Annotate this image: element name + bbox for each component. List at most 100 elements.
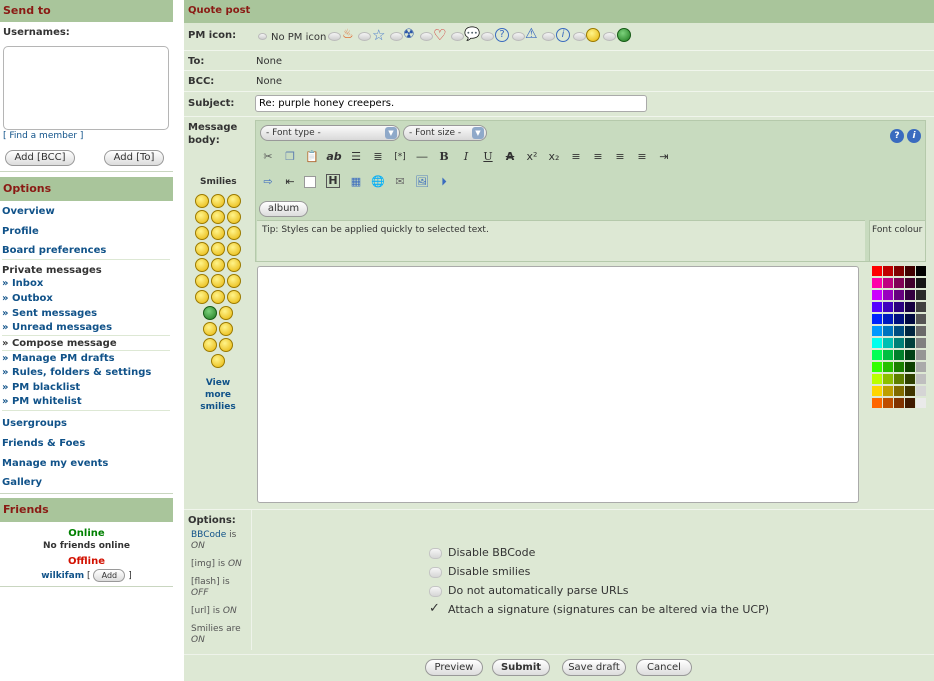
pm-item-unread[interactable]: » Unread messages [2,322,112,333]
colour-swatch[interactable] [916,326,926,336]
superscript-icon[interactable]: x² [524,149,540,165]
colour-swatch[interactable] [883,338,893,348]
add-to-button[interactable]: Add [To] [104,150,164,166]
pm-item-blacklist[interactable]: » PM blacklist [2,382,80,393]
colour-swatch[interactable] [883,278,893,288]
colour-swatch[interactable] [905,278,915,288]
smiley-cool-icon[interactable] [195,226,209,240]
smiley-silly-icon[interactable] [219,322,233,336]
colour-swatch[interactable] [905,302,915,312]
radioactive-icon[interactable]: ☢ [403,27,415,42]
colour-swatch[interactable] [894,326,904,336]
colour-swatch[interactable] [905,362,915,372]
colour-swatch[interactable] [894,386,904,396]
colour-swatch[interactable] [894,266,904,276]
smiley-rolleyes-icon[interactable] [227,258,241,272]
pm-item-compose[interactable]: » Compose message [2,338,117,349]
colour-swatch[interactable] [872,338,882,348]
save-draft-button[interactable]: Save draft [562,659,626,676]
speech-bubble-icon[interactable]: 💬 [464,27,480,42]
add-bcc-button[interactable]: Add [BCC] [5,150,75,166]
colour-swatch[interactable] [872,302,882,312]
pm-item-drafts[interactable]: » Manage PM drafts [2,353,115,364]
paste-icon[interactable]: 📋 [304,149,320,165]
strike-icon[interactable]: A [502,149,518,165]
smiley-yawn-icon[interactable] [219,338,233,352]
colour-swatch[interactable] [916,290,926,300]
colour-swatch[interactable] [894,290,904,300]
colour-swatch[interactable] [883,326,893,336]
hr-icon[interactable]: ― [414,149,430,165]
font-size-select[interactable]: - Font size - ▼ [403,125,487,141]
smiley-green-icon[interactable] [203,306,217,320]
cancel-button[interactable]: Cancel [636,659,692,676]
colour-swatch[interactable] [872,266,882,276]
pm-item-rules[interactable]: » Rules, folders & settings [2,367,151,378]
colour-swatch[interactable] [905,386,915,396]
smiley-question-icon[interactable] [227,274,241,288]
nav-manage-events[interactable]: Manage my events [2,458,108,469]
colour-swatch[interactable] [883,290,893,300]
info-icon[interactable]: i [556,28,570,42]
colour-swatch[interactable] [872,386,882,396]
colour-swatch[interactable] [872,350,882,360]
heart-icon[interactable]: ♡ [433,26,446,44]
pm-item-whitelist[interactable]: » PM whitelist [2,396,82,407]
smiley-laugh-icon[interactable] [195,242,209,256]
smiley-idea-icon[interactable] [195,290,209,304]
colour-swatch[interactable] [905,398,915,408]
message-textarea[interactable] [257,266,859,503]
colour-swatch[interactable] [916,314,926,324]
smiley-mad-icon[interactable] [195,258,209,272]
colour-swatch[interactable] [916,362,926,372]
smiley-thumb-icon[interactable] [203,338,217,352]
pm-icon-radio[interactable] [481,32,494,41]
colour-swatch[interactable] [883,362,893,372]
attach-signature-checkbox[interactable]: ✓ [429,601,440,616]
pm-icon-radio[interactable] [542,32,555,41]
colour-swatch[interactable] [905,266,915,276]
colour-swatch[interactable] [894,362,904,372]
disable-bbcode-checkbox[interactable] [429,548,442,559]
colour-swatch[interactable] [916,302,926,312]
pm-icon-radio[interactable] [603,32,616,41]
align-left-icon[interactable]: ≡ [590,149,606,165]
colour-swatch[interactable] [894,350,904,360]
email-icon[interactable]: ✉ [392,174,408,190]
colour-swatch[interactable] [905,350,915,360]
smiley-neutral-icon[interactable] [227,226,241,240]
smiley-think-icon[interactable] [211,354,225,368]
globe-link-icon[interactable]: 🌐 [370,174,386,190]
subject-input[interactable] [255,95,647,112]
bullet-list-icon[interactable]: ☰ [348,149,364,165]
smiley-happy-icon[interactable] [211,194,225,208]
pm-icon-radio[interactable] [358,32,371,41]
smiley-evil-icon[interactable] [211,258,225,272]
colour-swatch[interactable] [916,338,926,348]
smiley-mrgreen-icon[interactable] [203,322,217,336]
font-type-select[interactable]: - Font type - ▼ [260,125,400,141]
ab-icon[interactable]: ab [326,149,342,165]
colour-swatch[interactable] [894,398,904,408]
colour-swatch[interactable] [916,266,926,276]
align-center-icon[interactable]: ≡ [612,149,628,165]
align-justify-icon[interactable]: ≡ [568,149,584,165]
colour-swatch[interactable] [883,302,893,312]
outdent-icon[interactable]: ⇤ [282,174,298,190]
colour-swatch[interactable] [883,398,893,408]
colour-swatch[interactable] [916,278,926,288]
disable-magic-url-checkbox[interactable] [429,586,442,597]
colour-swatch[interactable] [894,314,904,324]
add-friend-button[interactable]: Add [93,569,126,582]
smiley-embarrassed-icon[interactable] [227,242,241,256]
pm-item-inbox[interactable]: » Inbox [2,278,43,289]
pm-icon-radio[interactable] [451,32,464,41]
no-pm-icon-radio[interactable] [258,33,267,40]
find-member-link[interactable]: [ Find a member ] [3,131,83,141]
nav-profile[interactable]: Profile [2,226,39,237]
colour-swatch[interactable] [905,326,915,336]
smiley-geek-icon[interactable] [227,290,241,304]
smiley-ugeek-icon[interactable] [219,306,233,320]
colour-swatch[interactable] [872,374,882,384]
smiley-wink-icon[interactable] [195,274,209,288]
